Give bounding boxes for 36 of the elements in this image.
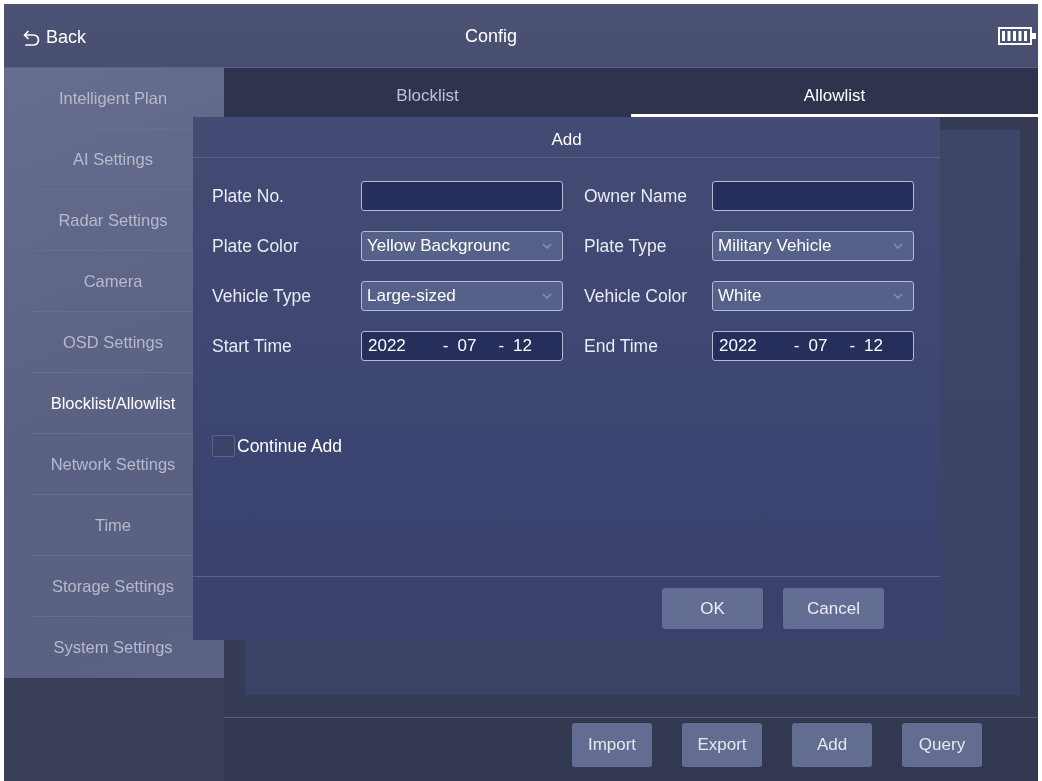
checkbox[interactable] (212, 435, 235, 457)
tab[interactable]: Blocklist (224, 68, 631, 117)
window-title: Config (465, 25, 517, 47)
battery-icon (998, 26, 1036, 45)
field-label: Start Time (212, 335, 293, 357)
field-label: Plate Type (584, 235, 668, 257)
field-label: Vehicle Type (212, 285, 312, 307)
dropdown[interactable]: Yellow Backgrounc (361, 231, 563, 261)
dialog-button[interactable]: OK (662, 588, 763, 629)
dropdown[interactable]: Military Vehicle (712, 231, 914, 261)
date-field[interactable]: 2022 - 07 - 12 (361, 331, 563, 361)
caret-icon (542, 243, 552, 249)
caret-icon (893, 243, 903, 249)
toolbar-button[interactable]: Export (682, 723, 762, 767)
sidebar-item[interactable]: System Settings (33, 617, 193, 678)
back-arrow-icon (23, 29, 40, 46)
checkbox-label: Continue Add (237, 435, 343, 457)
dialog-title: Add (551, 130, 582, 150)
toolbar-button[interactable]: Query (902, 723, 982, 767)
toolbar-button[interactable]: Import (572, 723, 652, 767)
date-field[interactable]: 2022 - 07 - 12 (712, 331, 914, 361)
back-button[interactable]: Back (21, 25, 89, 50)
field-label: End Time (584, 335, 659, 357)
text-input[interactable] (712, 181, 914, 211)
field-label: Plate Color (212, 235, 300, 257)
text-input[interactable] (361, 181, 563, 211)
field-label: Vehicle Color (584, 285, 689, 307)
caret-icon (542, 293, 552, 299)
field-label: Owner Name (584, 185, 689, 207)
dropdown[interactable]: Large-sized (361, 281, 563, 311)
toolbar-button[interactable]: Add (792, 723, 872, 767)
field-label: Plate No. (212, 185, 285, 207)
dropdown[interactable]: White (712, 281, 914, 311)
sidebar-item[interactable]: Intelligent Plan (33, 68, 193, 129)
dialog-button[interactable]: Cancel (783, 588, 884, 629)
caret-icon (893, 293, 903, 299)
